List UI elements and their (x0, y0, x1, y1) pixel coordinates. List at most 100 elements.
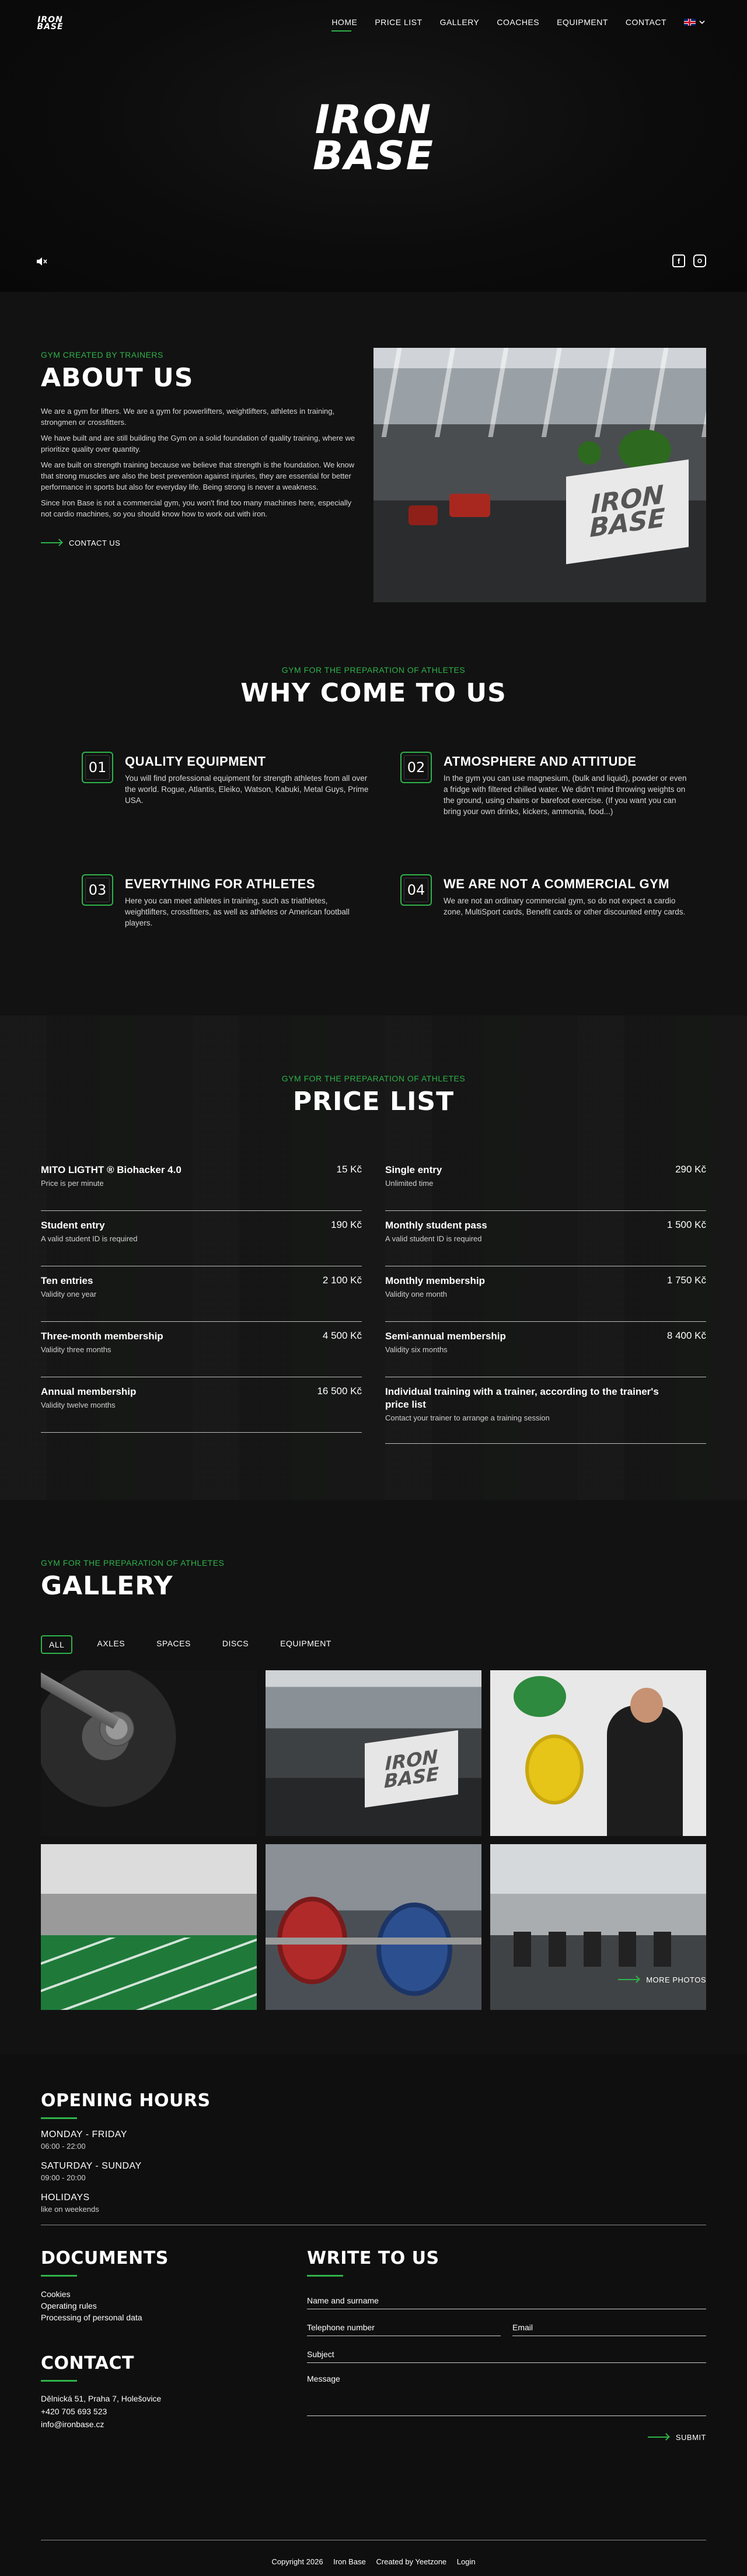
hero-logo: IRON BASE (303, 100, 444, 179)
gallery-photo-barbell[interactable] (41, 1670, 257, 1836)
filter-spaces[interactable]: SPACES (149, 1635, 198, 1654)
hours-days: MONDAY - FRIDAY (41, 2130, 127, 2139)
submit-button[interactable]: SUBMIT (647, 2430, 706, 2442)
gallery-photo-reception[interactable]: IRON BASE (266, 1670, 481, 1836)
price-item-note: A valid student ID is required (385, 1234, 482, 1243)
language-switcher[interactable] (684, 18, 705, 27)
facebook-icon[interactable]: f (672, 254, 685, 267)
about-title: ABOUT US (41, 363, 194, 393)
barbell-bar (41, 1671, 120, 1729)
gallery-section: GYM FOR THE PREPARATION OF ATHLETES GALL… (0, 1500, 747, 2054)
contact-lines: Dělnická 51, Praha 7, Holešovice +420 70… (41, 2392, 161, 2431)
submit-label: SUBMIT (675, 2432, 706, 2442)
price-row: Ten entries 2 100 Kč Validity one year (41, 1266, 362, 1322)
more-photos-label: MORE PHOTOS (646, 1975, 706, 1984)
documents: DOCUMENTS Cookies Operating rules Proces… (41, 2248, 169, 2323)
message-field[interactable] (307, 2374, 706, 2416)
nav-item-gallery[interactable]: GALLERY (440, 18, 480, 27)
hero-logo-line-2: BASE (313, 133, 434, 179)
nav-item-equipment[interactable]: EQUIPMENT (557, 18, 608, 27)
about-eyebrow: GYM CREATED BY TRAINERS (41, 350, 163, 359)
top-navigation: IRON BASE HOME PRICE LIST GALLERY COACHE… (0, 0, 747, 47)
price-item-value: 8 400 Kč (666, 1330, 706, 1341)
price-item-name: Semi-annual membership (385, 1331, 506, 1342)
reception-desk: IRON BASE (566, 459, 689, 564)
mute-icon[interactable] (36, 257, 48, 269)
plate-yellow (525, 1734, 584, 1804)
price-item-note: Unlimited time (385, 1179, 434, 1188)
gallery-photo-plates-rack[interactable] (490, 1670, 706, 1836)
nav-item-price-list[interactable]: PRICE LIST (375, 18, 422, 27)
price-item-note: Validity three months (41, 1345, 111, 1354)
about-paragraph: We are a gym for lifters. We are a gym f… (41, 407, 335, 427)
doc-link-operating-rules[interactable]: Operating rules (41, 2300, 169, 2312)
email-field[interactable] (512, 2323, 706, 2336)
contact-us-label: CONTACT US (69, 538, 121, 547)
contact-email[interactable]: info@ironbase.cz (41, 2418, 161, 2431)
about-gym-photo: IRON BASE (374, 348, 706, 602)
feature-item: 02 ATMOSPHERE AND ATTITUDE In the gym you… (400, 752, 692, 817)
price-row: Individual training with a trainer, acco… (385, 1377, 706, 1444)
phone-field[interactable] (307, 2323, 501, 2336)
created-by-link[interactable]: Created by Yeetzone (376, 2557, 446, 2566)
gallery-photo-rogue-plates[interactable] (266, 1844, 481, 2010)
nav-item-home[interactable]: HOME (331, 18, 357, 32)
hours-days: HOLIDAYS (41, 2193, 90, 2202)
price-item-note: Validity one month (385, 1290, 447, 1299)
feature-number: 02 (400, 752, 432, 783)
login-link[interactable]: Login (457, 2557, 476, 2566)
documents-list: Cookies Operating rules Processing of pe… (41, 2288, 169, 2323)
price-list-section: GYM FOR THE PREPARATION OF ATHLETES PRIC… (0, 1015, 747, 1500)
filter-axles[interactable]: AXLES (90, 1635, 132, 1654)
athlete (607, 1705, 683, 1836)
price-column-left: MITO LIGTHT ® Biohacker 4.0 15 Kč Price is… (41, 1156, 362, 1433)
contact-us-link[interactable]: CONTACT US (41, 539, 120, 547)
instagram-icon[interactable] (693, 254, 706, 267)
price-item-name: Individual training with a trainer, acco… (385, 1386, 659, 1410)
nav-item-contact[interactable]: CONTACT (626, 18, 666, 27)
documents-title: DOCUMENTS (41, 2248, 169, 2277)
price-row: Student entry 190 Kč A valid student ID is… (41, 1211, 362, 1266)
price-item-note: Validity twelve months (41, 1401, 116, 1409)
gallery-photo-turf[interactable] (41, 1844, 257, 2010)
subject-field[interactable] (307, 2350, 706, 2363)
logo-line-2: BASE (37, 22, 64, 32)
filter-discs[interactable]: DISCS (215, 1635, 256, 1654)
about-paragraph: Since Iron Base is not a commercial gym,… (41, 498, 352, 518)
price-item-name: Monthly student pass (385, 1220, 487, 1231)
hours-time: 06:00 - 22:00 (41, 2142, 86, 2151)
gallery-photo-gym-floor[interactable] (490, 1844, 706, 2010)
hero-section: IRON BASE HOME PRICE LIST GALLERY COACHE… (0, 0, 747, 292)
form-title: WRITE TO US (307, 2248, 706, 2277)
feature-number: 01 (82, 752, 113, 783)
feature-item: 03 EVERYTHING FOR ATHLETES Here you can m… (82, 874, 374, 929)
price-row: Monthly membership 1 750 Kč Validity one m… (385, 1266, 706, 1322)
doc-link-cookies[interactable]: Cookies (41, 2288, 169, 2300)
price-item-name: Annual membership (41, 1386, 137, 1397)
why-eyebrow: GYM FOR THE PREPARATION OF ATHLETES (281, 665, 466, 675)
price-item-name: Single entry (385, 1164, 442, 1175)
hero-social-links: f (672, 254, 706, 267)
price-title: PRICE LIST (292, 1087, 455, 1116)
name-field[interactable] (307, 2296, 706, 2309)
price-row: Monthly student pass 1 500 Kč A valid stud… (385, 1211, 706, 1266)
feature-title: ATMOSPHERE AND ATTITUDE (444, 754, 637, 769)
copyright-brand: Iron Base (333, 2557, 366, 2566)
arrow-right-icon (647, 2437, 669, 2438)
nav-item-coaches[interactable]: COACHES (497, 18, 539, 27)
turf-lines (41, 1938, 257, 2010)
feature-text: You will find professional equipment for… (125, 774, 369, 805)
gallery-title: GALLERY (41, 1571, 173, 1601)
doc-link-personal-data[interactable]: Processing of personal data (41, 2312, 169, 2323)
nav-menu: HOME PRICE LIST GALLERY COACHES EQUIPMEN… (331, 18, 705, 32)
more-photos-link[interactable]: MORE PHOTOS (618, 1973, 706, 1984)
filter-all[interactable]: ALL (41, 1635, 73, 1654)
price-item-name: Monthly membership (385, 1275, 485, 1286)
price-row: Semi-annual membership 8 400 Kč Validity s… (385, 1322, 706, 1377)
gallery-eyebrow: GYM FOR THE PREPARATION OF ATHLETES (41, 1558, 225, 1568)
filter-equipment[interactable]: EQUIPMENT (273, 1635, 338, 1654)
contact-phone[interactable]: +420 705 693 523 (41, 2405, 161, 2418)
site-logo[interactable]: IRON BASE (35, 16, 65, 32)
price-item-name: Student entry (41, 1220, 105, 1231)
contact-address: Dělnická 51, Praha 7, Holešovice (41, 2394, 162, 2403)
